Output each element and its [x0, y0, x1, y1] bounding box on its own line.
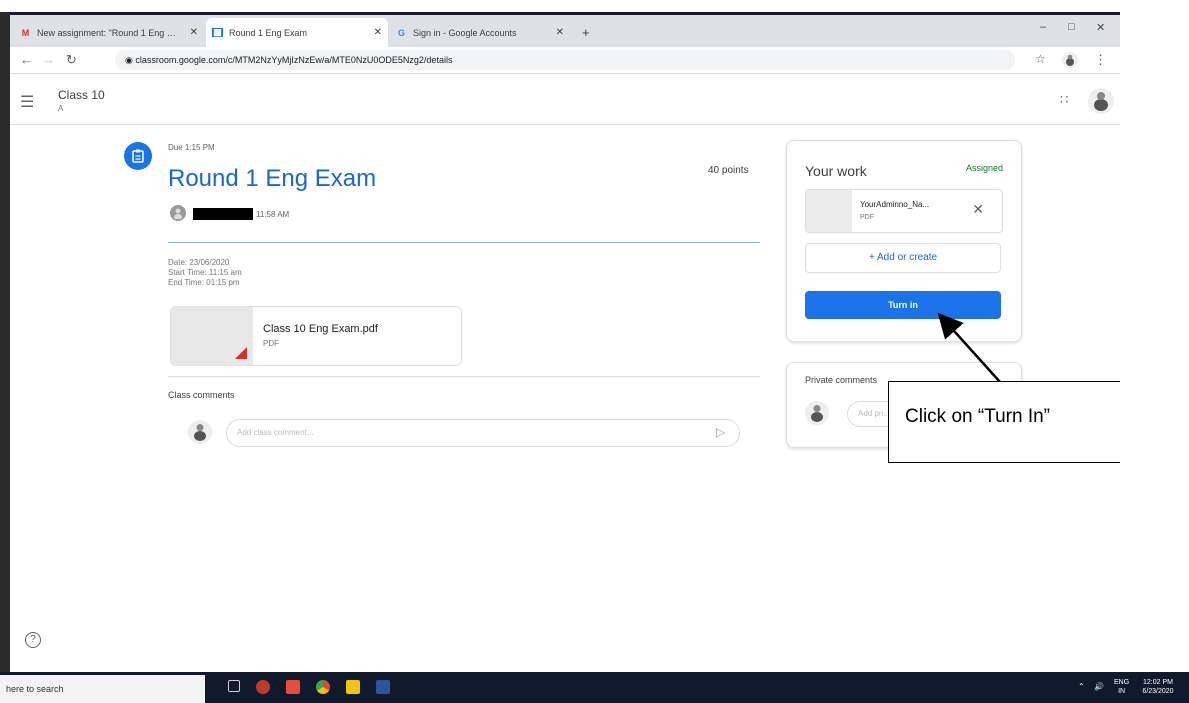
close-icon[interactable]: ✕: [374, 27, 382, 38]
tab-classroom[interactable]: ▩ Round 1 Eng Exam ✕: [206, 18, 388, 47]
work-file-type: PDF: [860, 214, 874, 221]
file-thumbnail: [806, 190, 852, 232]
tab-gmail[interactable]: M New assignment: "Round 1 Eng … ✕: [14, 18, 204, 47]
user-icon: [194, 424, 206, 441]
account-avatar[interactable]: [1088, 88, 1114, 114]
close-icon[interactable]: ✕: [556, 27, 564, 38]
windows-taskbar: here to search ⌃ 🔊 ENG IN 12:02 PM 6/23/…: [0, 672, 1189, 703]
star-icon[interactable]: ☆: [1035, 52, 1046, 66]
tab-label: Round 1 Eng Exam: [229, 27, 308, 38]
work-file-name: YourAdminno_Na...: [860, 200, 930, 209]
reload-icon[interactable]: ↻: [66, 52, 77, 68]
tray-chevron-icon[interactable]: ⌃: [1078, 682, 1085, 691]
private-commenter-avatar: [805, 401, 829, 425]
menu-dots-icon[interactable]: ⋮: [1094, 52, 1107, 68]
chrome-icon[interactable]: [316, 680, 330, 694]
new-tab-button[interactable]: +: [576, 18, 600, 47]
description-end: End Time: 01:15 pm: [168, 278, 240, 287]
url-text: classroom.google.com/c/MTM2NzYyMjIzNzEw/…: [135, 55, 453, 65]
private-comments-heading: Private comments: [805, 375, 878, 385]
task-view-icon[interactable]: [228, 680, 240, 692]
description-start: Start Time: 11:15 am: [168, 268, 242, 277]
lock-icon: ◉: [125, 55, 136, 65]
apps-grid-icon[interactable]: ∷: [1060, 92, 1068, 108]
clock[interactable]: 12:02 PM 6/23/2020: [1138, 678, 1178, 696]
taskbar-search[interactable]: here to search: [0, 675, 205, 703]
attachment-type: PDF: [263, 339, 279, 348]
user-icon: [174, 208, 182, 219]
browser-tab-bar: M New assignment: "Round 1 Eng … ✕ ▩ Rou…: [10, 12, 1120, 47]
volume-icon[interactable]: 🔊: [1094, 682, 1104, 691]
office-app-icon[interactable]: [286, 680, 300, 694]
divider: [168, 242, 760, 243]
user-icon: [1066, 54, 1074, 66]
class-comments-heading: Class comments: [168, 390, 235, 400]
pdf-corner-icon: [235, 347, 247, 359]
tab-label: New assignment: "Round 1 Eng …: [37, 27, 176, 38]
screen-border: [0, 12, 10, 672]
add-or-create-button[interactable]: + Add or create: [805, 243, 1001, 273]
class-comment-input[interactable]: Add class comment...: [226, 419, 740, 447]
classroom-header: ☰ Class 10 A ∷: [10, 80, 1120, 125]
language-label: ENG: [1114, 679, 1130, 686]
gmail-icon: M: [21, 27, 30, 38]
your-work-heading: Your work: [805, 163, 867, 179]
clock-date: 6/23/2020: [1142, 688, 1174, 695]
class-section: A: [58, 104, 64, 113]
browser-toolbar: ← → ↻ ◉ classroom.google.com/c/MTM2NzYyM…: [10, 47, 1120, 74]
maximize-icon[interactable]: □: [1068, 21, 1075, 33]
region-label: IN: [1118, 688, 1126, 695]
forward-icon[interactable]: →: [42, 52, 55, 67]
language-indicator[interactable]: ENG IN: [1114, 678, 1129, 696]
close-icon[interactable]: ✕: [190, 27, 198, 38]
divider: [168, 376, 760, 377]
callout-text: Click on “Turn In”: [905, 406, 1050, 427]
remove-file-icon[interactable]: ✕: [966, 200, 990, 219]
minimize-icon[interactable]: –: [1040, 21, 1046, 33]
hamburger-menu-icon[interactable]: ☰: [20, 92, 34, 112]
assignment-description: Date: 23/06/2020 Start Time: 11:15 am En…: [168, 258, 242, 288]
classroom-icon: ▩: [212, 27, 223, 37]
points-label: 40 points: [708, 165, 749, 176]
posted-time: 11:58 AM: [256, 210, 290, 219]
tab-google-signin[interactable]: G Sign in - Google Accounts ✕: [390, 18, 570, 47]
google-icon: G: [397, 27, 405, 38]
send-icon[interactable]: ▷: [716, 425, 725, 439]
clock-time: 12:02 PM: [1143, 679, 1173, 686]
profile-avatar[interactable]: [1062, 52, 1078, 68]
assignment-title: Round 1 Eng Exam: [168, 165, 377, 192]
address-bar[interactable]: ◉ classroom.google.com/c/MTM2NzYyMjIzNzE…: [115, 50, 1015, 70]
attachment-name: Class 10 Eng Exam.pdf: [263, 323, 378, 335]
teacher-avatar: [170, 205, 186, 221]
user-icon: [1094, 92, 1108, 111]
tab-label: Sign in - Google Accounts: [413, 27, 517, 38]
user-icon: [811, 405, 823, 422]
redacted-name: [193, 208, 253, 220]
work-file-attachment[interactable]: YourAdminno_Na... PDF ✕: [805, 189, 1003, 233]
word-icon[interactable]: [376, 680, 390, 694]
commenter-avatar: [188, 420, 212, 444]
assignment-icon: [124, 142, 152, 170]
due-time: Due 1:15 PM: [168, 143, 215, 152]
status-badge: Assigned: [965, 163, 1003, 173]
attachment-card[interactable]: Class 10 Eng Exam.pdf PDF: [170, 306, 462, 366]
back-icon[interactable]: ←: [20, 52, 33, 67]
settings-app-icon[interactable]: [256, 680, 270, 694]
margin: [1120, 12, 1189, 672]
help-icon[interactable]: ?: [25, 632, 41, 648]
file-explorer-icon[interactable]: [346, 680, 360, 694]
close-window-icon[interactable]: ✕: [1096, 21, 1105, 34]
annotation-arrow: [937, 312, 1001, 383]
class-name[interactable]: Class 10: [58, 88, 105, 102]
description-date: Date: 23/06/2020: [168, 258, 230, 267]
